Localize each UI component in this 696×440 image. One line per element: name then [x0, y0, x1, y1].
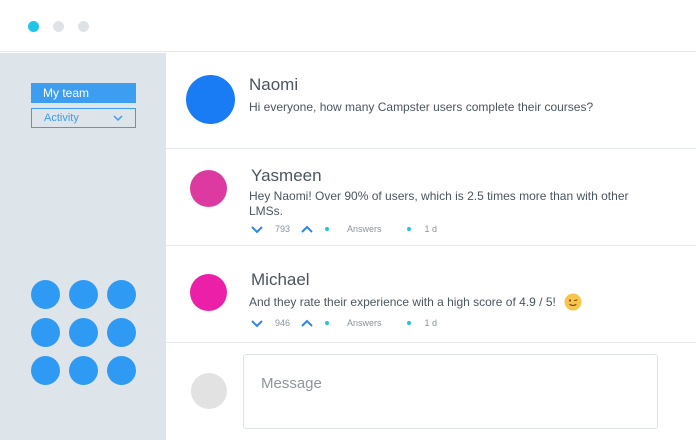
message-meta: 793 Answers 1 d — [251, 222, 437, 236]
app-launcher-dot[interactable] — [31, 318, 60, 347]
title-bar — [0, 0, 696, 52]
message-author: Yasmeen — [251, 166, 322, 185]
chevron-up-icon[interactable] — [301, 224, 313, 234]
message-author: Naomi — [249, 75, 299, 94]
window-control-dot[interactable] — [78, 21, 89, 32]
chevron-down-icon — [113, 115, 123, 122]
message-text-row: And they rate their experience with a hi… — [249, 293, 582, 311]
app-launcher-dot[interactable] — [69, 280, 98, 309]
window-control-dot[interactable] — [53, 21, 64, 32]
message-input[interactable]: Message — [243, 354, 658, 429]
app-launcher-dot[interactable] — [107, 318, 136, 347]
separator-dot — [325, 227, 329, 231]
avatar[interactable] — [186, 75, 235, 124]
vote-count: 793 — [275, 224, 291, 234]
user-avatar — [191, 373, 227, 409]
app-launcher-dot[interactable] — [31, 280, 60, 309]
message-author: Michael — [251, 270, 310, 289]
my-team-button[interactable]: My team — [31, 83, 136, 103]
window-control-dot[interactable] — [28, 21, 39, 32]
message-meta: 946 Answers 1 d — [251, 316, 437, 330]
message-text: Hey Naomi! Over 90% of users, which is 2… — [249, 189, 629, 218]
chevron-down-icon[interactable] — [251, 224, 263, 234]
app-launcher-dot[interactable] — [31, 356, 60, 385]
vote-count: 946 — [275, 318, 291, 328]
activity-dropdown[interactable]: Activity — [31, 108, 136, 128]
avatar[interactable] — [190, 274, 227, 311]
avatar[interactable] — [190, 170, 227, 207]
app-launcher-dot[interactable] — [69, 318, 98, 347]
apps-grid — [31, 280, 137, 386]
separator-dot — [325, 321, 329, 325]
app-launcher-dot[interactable] — [107, 356, 136, 385]
chat-message: Michael And they rate their experience w… — [166, 246, 696, 343]
message-time: 1 d — [424, 318, 438, 328]
chevron-up-icon[interactable] — [301, 318, 313, 328]
chat-message: Yasmeen Hey Naomi! Over 90% of users, wh… — [166, 149, 696, 246]
answers-link[interactable]: Answers — [347, 318, 382, 328]
wink-emoji-icon — [564, 293, 582, 311]
message-text: Hi everyone, how many Campster users com… — [249, 100, 594, 114]
chat-panel: Naomi Hi everyone, how many Campster use… — [166, 53, 696, 440]
chevron-down-icon[interactable] — [251, 318, 263, 328]
sidebar: My team Activity — [0, 53, 166, 440]
message-time: 1 d — [424, 224, 438, 234]
app-window: My team Activity Naomi Hi everyone, how … — [0, 0, 696, 440]
message-text: And they rate their experience with a hi… — [249, 295, 556, 309]
separator-dot — [406, 227, 411, 231]
answers-link[interactable]: Answers — [347, 224, 382, 234]
activity-dropdown-label: Activity — [44, 112, 79, 124]
separator-dot — [406, 321, 411, 325]
app-launcher-dot[interactable] — [107, 280, 136, 309]
chat-message: Naomi Hi everyone, how many Campster use… — [166, 53, 696, 149]
app-launcher-dot[interactable] — [69, 356, 98, 385]
